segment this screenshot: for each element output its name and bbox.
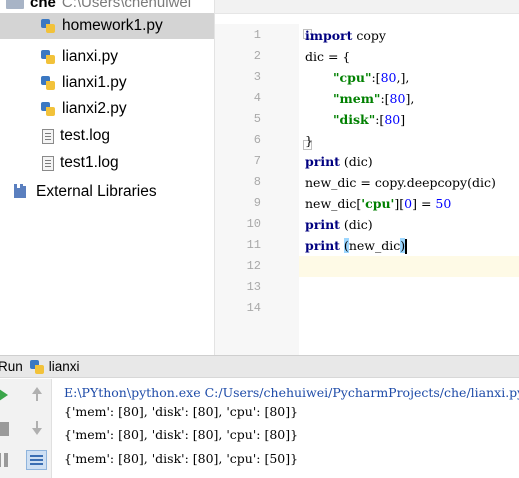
line-number: 14 [246, 301, 261, 315]
line-number: 10 [246, 217, 261, 231]
line-number: 9 [253, 196, 261, 210]
library-icon [14, 184, 30, 200]
line-number: 12 [246, 259, 261, 273]
code-line-11: print (new_dic) [305, 238, 408, 254]
code-editor[interactable]: 1 2 3 4 5 6 7 8 9 10 11 12 13 14 import … [215, 0, 519, 355]
console-output-line: {'mem': [80], 'disk': [80], 'cpu': [80]} [64, 404, 299, 419]
project-root-name: che [30, 0, 56, 11]
run-tool-window: Run lianxi E:\PYthon\python.exe C:/Users… [0, 355, 519, 478]
line-number: 4 [253, 91, 261, 105]
tree-item-label: External Libraries [36, 183, 157, 200]
tree-item-label: lianxi1.py [62, 74, 127, 91]
console-output-line: {'mem': [80], 'disk': [80], 'cpu': [50]} [64, 451, 299, 466]
tree-item-external-libraries[interactable]: External Libraries [0, 179, 214, 205]
tree-item-test1-log[interactable]: test1.log [0, 150, 214, 176]
tree-item-label: test1.log [60, 154, 119, 171]
code-line-1: import copy [305, 28, 386, 43]
text-caret [405, 239, 408, 254]
tree-item-label: lianxi.py [62, 48, 118, 65]
run-window-header: Run lianxi [0, 356, 519, 378]
console-output[interactable]: E:\PYthon\python.exe C:/Users/chehuiwei/… [64, 379, 519, 478]
tree-item-label: homework1.py [62, 17, 163, 34]
tree-item-homework1[interactable]: homework1.py [0, 13, 214, 39]
console-command-line: E:\PYthon\python.exe C:/Users/chehuiwei/… [64, 385, 519, 400]
code-line-2: dic = { [305, 49, 351, 64]
code-line-7: print (dic) [305, 154, 373, 169]
folder-icon [6, 0, 24, 10]
scroll-down-icon[interactable] [28, 419, 46, 437]
line-number: 11 [246, 238, 261, 252]
code-line-8: new_dic = copy.deepcopy(dic) [305, 175, 496, 190]
python-file-icon [40, 49, 56, 65]
stop-icon[interactable] [0, 422, 9, 436]
tree-item-lianxi2[interactable]: lianxi2.py [0, 96, 214, 122]
scroll-up-icon[interactable] [28, 385, 46, 403]
editor-tab-strip [215, 0, 519, 14]
line-number: 5 [253, 112, 261, 126]
text-file-icon [42, 155, 54, 171]
line-number: 2 [253, 49, 261, 63]
console-output-line: {'mem': [80], 'disk': [80], 'cpu': [80]} [64, 427, 299, 442]
run-tab-label[interactable]: Run [0, 359, 23, 374]
line-number: 3 [253, 70, 261, 84]
code-line-6: } [305, 133, 313, 148]
line-number: 1 [253, 28, 261, 42]
tree-item-lianxi1[interactable]: lianxi1.py [0, 70, 214, 96]
python-file-icon [40, 75, 56, 91]
tree-item-test-log[interactable]: test.log [0, 123, 214, 149]
code-line-9: new_dic['cpu'][0] = 50 [305, 196, 452, 211]
tree-item-label: test.log [60, 127, 110, 144]
python-file-icon [40, 18, 56, 34]
run-toolbar [0, 379, 52, 478]
project-root-path: C:\Users\chehuiwei [61, 0, 192, 11]
project-root[interactable]: che C:\Users\chehuiwei [6, 0, 192, 11]
code-line-5: "disk":[80] [333, 112, 406, 127]
text-file-icon [42, 128, 54, 144]
code-line-10: print (dic) [305, 217, 373, 232]
project-tree: che C:\Users\chehuiwei homework1.py lianx… [0, 0, 215, 355]
soft-wrap-icon[interactable] [26, 450, 47, 470]
line-number: 13 [246, 280, 261, 294]
run-config-name[interactable]: lianxi [49, 359, 80, 374]
code-line-3: "cpu":[80,], [333, 70, 410, 85]
tree-item-label: lianxi2.py [62, 100, 127, 117]
line-number: 7 [253, 154, 261, 168]
rerun-icon[interactable] [0, 387, 8, 403]
line-number-gutter: 1 2 3 4 5 6 7 8 9 10 11 12 13 14 [215, 24, 299, 355]
tree-item-lianxi[interactable]: lianxi.py [0, 44, 214, 70]
python-file-icon [40, 101, 56, 117]
line-number: 6 [253, 133, 261, 147]
python-file-icon [29, 359, 45, 375]
line-number: 8 [253, 175, 261, 189]
pause-icon[interactable] [0, 453, 11, 467]
code-line-4: "mem":[80], [333, 91, 415, 106]
